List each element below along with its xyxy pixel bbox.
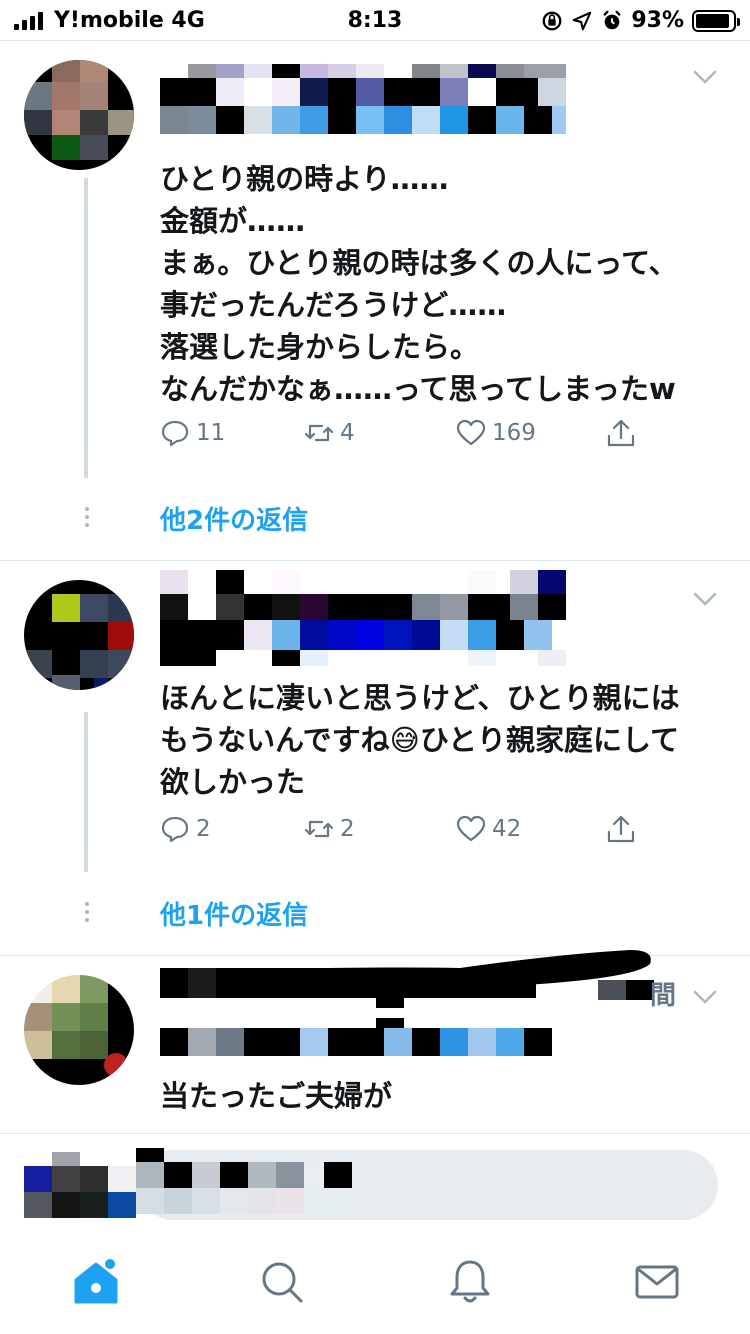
retweet-button[interactable]: 4 <box>304 418 355 448</box>
mail-icon[interactable] <box>633 1258 681 1306</box>
thread-dots <box>85 902 91 926</box>
partial-text: 間 <box>650 981 677 1011</box>
heart-icon <box>456 815 486 842</box>
avatar[interactable] <box>24 60 134 170</box>
status-right: 93% <box>541 8 740 33</box>
chevron-down-icon[interactable] <box>690 584 720 614</box>
orientation-lock-icon <box>542 11 562 30</box>
retweet-button[interactable]: 2 <box>304 814 355 844</box>
chevron-down-icon[interactable] <box>690 62 720 92</box>
bell-icon[interactable] <box>446 1258 494 1306</box>
reply-count: 2 <box>196 816 211 842</box>
status-bar: Y!mobile 4G 8:13 93% <box>0 0 750 40</box>
more-replies-link[interactable]: 他1件の返信 <box>160 895 308 932</box>
tweet-actions: 11 4 169 <box>160 418 640 458</box>
reply-icon <box>161 816 189 843</box>
author-name-redacted[interactable] <box>160 948 660 1056</box>
author-name-redacted[interactable] <box>160 570 566 666</box>
reply-count: 11 <box>196 420 226 446</box>
search-icon[interactable] <box>258 1258 306 1306</box>
reply-name-redacted <box>136 1148 352 1214</box>
avatar[interactable] <box>24 975 134 1085</box>
home-icon[interactable] <box>72 1258 120 1306</box>
like-count: 169 <box>492 420 536 446</box>
avatar[interactable] <box>24 580 134 690</box>
thread-dots <box>85 507 91 531</box>
alarm-icon <box>603 10 621 29</box>
thread-line <box>84 178 88 478</box>
thread-line <box>84 712 88 872</box>
share-button[interactable] <box>606 814 636 844</box>
heart-icon <box>456 419 486 446</box>
reply-composer <box>0 1133 750 1233</box>
tweet-text: 当たったご夫婦が <box>160 1079 393 1113</box>
reply-button[interactable]: 11 <box>160 418 225 448</box>
reply-avatar-redacted <box>24 1152 136 1218</box>
retweet-count: 2 <box>340 816 355 842</box>
tweet-text: ほんとに凄いと思うけど、ひとり親には もうないんですね😅ひとり親家庭にして 欲し… <box>160 681 680 799</box>
battery-level <box>696 13 730 28</box>
tweet-text: ひとり親の時より…… 金額が…… まぁ。ひとり親の時は多くの人にって、 事だった… <box>160 162 678 406</box>
bottom-tab-bar <box>0 1233 750 1334</box>
status-divider <box>0 40 750 41</box>
battery-percent: 93% <box>631 8 684 33</box>
retweet-icon <box>304 820 334 838</box>
share-button[interactable] <box>606 418 636 448</box>
retweet-count: 4 <box>340 420 355 446</box>
like-count: 42 <box>492 816 522 842</box>
battery-icon <box>692 9 740 32</box>
location-arrow-icon <box>573 11 592 30</box>
like-button[interactable]: 42 <box>456 814 521 844</box>
chevron-down-icon[interactable] <box>690 982 720 1012</box>
tweet-actions: 2 2 42 <box>160 814 640 854</box>
share-icon <box>607 815 635 843</box>
reply-icon <box>161 420 189 447</box>
author-name-redacted[interactable] <box>160 64 566 134</box>
reply-button[interactable]: 2 <box>160 814 211 844</box>
more-replies-link[interactable]: 他2件の返信 <box>160 500 308 537</box>
retweet-icon <box>304 424 334 442</box>
like-button[interactable]: 169 <box>456 418 536 448</box>
share-icon <box>607 419 635 447</box>
tweet-divider <box>0 560 750 561</box>
